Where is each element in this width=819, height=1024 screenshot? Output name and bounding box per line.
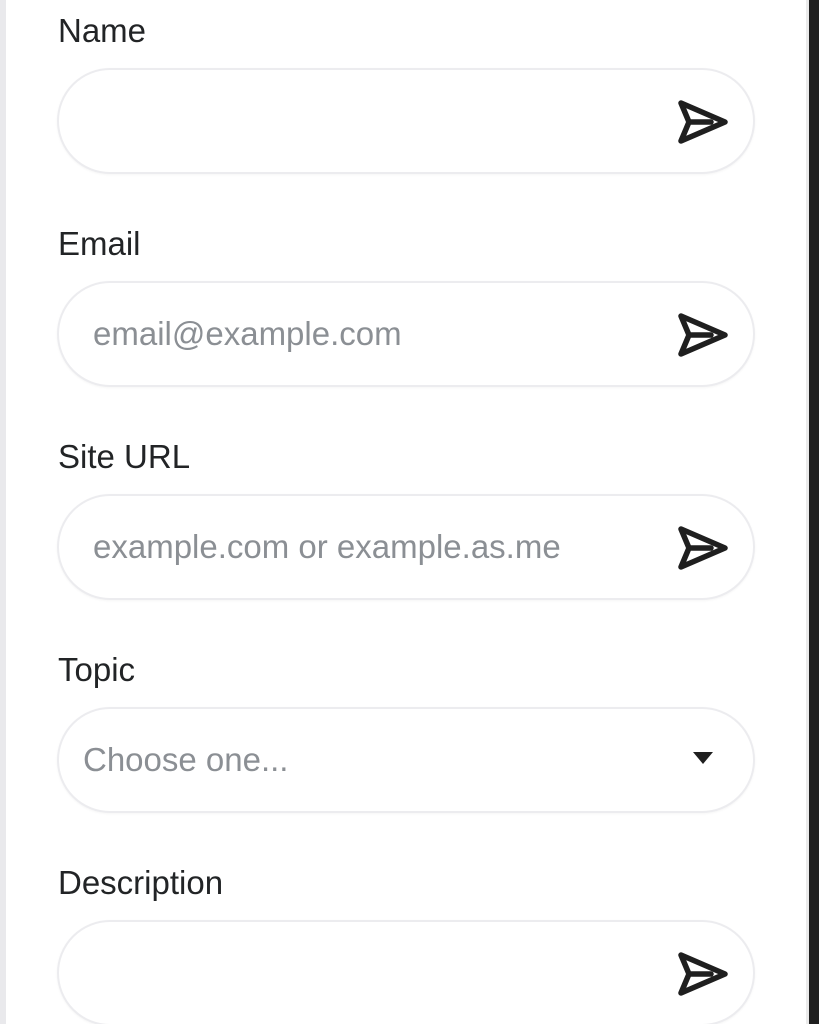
send-icon bbox=[678, 313, 728, 357]
email-field[interactable] bbox=[57, 281, 755, 387]
send-icon bbox=[678, 526, 728, 570]
left-edge bbox=[0, 0, 6, 1024]
topic-selected-value: Choose one... bbox=[83, 741, 289, 778]
name-label: Name bbox=[58, 12, 147, 49]
description-send-button[interactable] bbox=[677, 950, 729, 998]
email-send-button[interactable] bbox=[677, 311, 729, 359]
topic-label: Topic bbox=[58, 651, 136, 688]
site-url-input[interactable] bbox=[93, 496, 653, 598]
topic-select[interactable]: Choose one... bbox=[57, 707, 755, 813]
description-label: Description bbox=[58, 864, 224, 901]
email-input[interactable] bbox=[93, 283, 653, 385]
name-field[interactable] bbox=[57, 68, 755, 174]
site-url-send-button[interactable] bbox=[677, 524, 729, 572]
description-input[interactable] bbox=[93, 922, 653, 1024]
caret-down-icon bbox=[693, 752, 713, 764]
name-input[interactable] bbox=[93, 70, 653, 172]
email-label: Email bbox=[58, 225, 141, 262]
right-edge-bar bbox=[809, 0, 819, 1024]
name-send-button[interactable] bbox=[677, 98, 729, 146]
site-url-field[interactable] bbox=[57, 494, 755, 600]
form-screen: Name Email Site URL bbox=[0, 0, 819, 1024]
send-icon bbox=[678, 952, 728, 996]
description-field[interactable] bbox=[57, 920, 755, 1024]
site-url-label: Site URL bbox=[58, 438, 191, 475]
send-icon bbox=[678, 100, 728, 144]
